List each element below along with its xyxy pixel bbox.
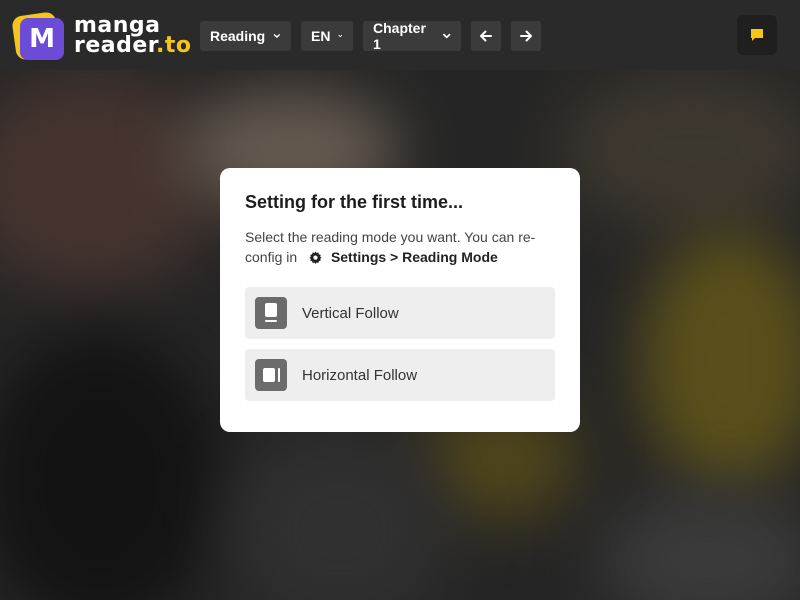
reading-mode-dropdown[interactable]: Reading [200, 21, 291, 51]
chevron-down-icon [442, 33, 450, 39]
modal-description: Select the reading mode you want. You ca… [245, 227, 555, 267]
next-chapter-button[interactable] [511, 21, 541, 51]
chat-bubble-icon [751, 29, 763, 41]
site-logo[interactable]: M manga reader.to [11, 11, 192, 61]
chapter-dropdown[interactable]: Chapter 1 [363, 20, 461, 52]
reading-mode-setup-modal: Setting for the first time... Select the… [220, 168, 580, 432]
vertical-follow-label: Vertical Follow [302, 304, 399, 322]
logo-text: manga reader.to [74, 15, 192, 58]
horizontal-follow-icon [255, 359, 287, 391]
language-label: EN [311, 28, 331, 44]
vertical-follow-option[interactable]: Vertical Follow [245, 287, 555, 339]
chapter-label: Chapter 1 [373, 20, 426, 52]
arrow-right-icon [520, 30, 532, 42]
settings-path: Settings > Reading Mode [330, 249, 498, 265]
gear-icon [309, 251, 322, 264]
modal-title: Setting for the first time... [245, 192, 464, 212]
reading-mode-label: Reading [210, 28, 266, 44]
horizontal-follow-label: Horizontal Follow [302, 366, 418, 384]
top-header: M manga reader.to Reading EN Chapter 1 [0, 0, 800, 70]
comments-button[interactable] [737, 15, 777, 55]
arrow-left-icon [480, 30, 492, 42]
logo-line-2: reader.to [74, 33, 192, 58]
previous-chapter-button[interactable] [471, 21, 501, 51]
horizontal-follow-option[interactable]: Horizontal Follow [245, 349, 555, 401]
vertical-follow-icon [255, 297, 287, 329]
logo-mark: M [11, 11, 64, 61]
language-dropdown[interactable]: EN [301, 21, 353, 51]
chevron-down-icon [338, 34, 343, 38]
chevron-down-icon [274, 34, 281, 38]
